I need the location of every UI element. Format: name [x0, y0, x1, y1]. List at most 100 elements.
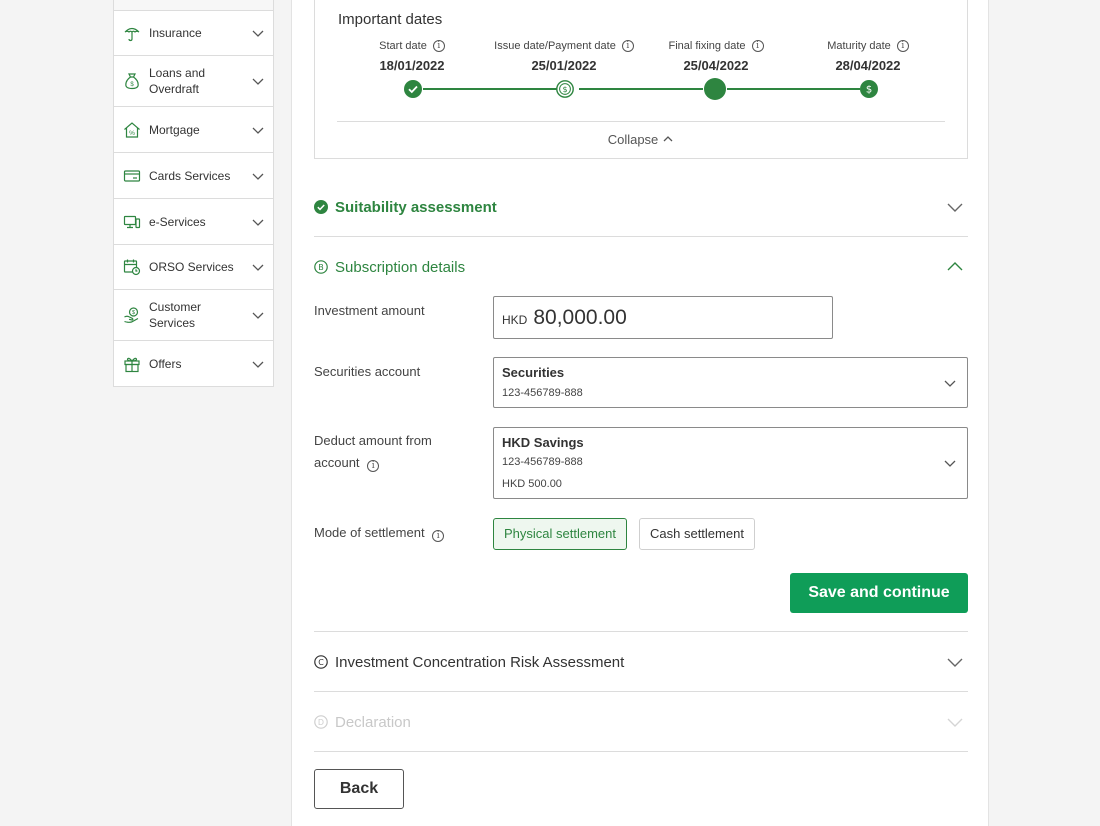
- milestone-date: 25/04/2022: [683, 58, 749, 73]
- account-number: 123-456789-888: [502, 456, 583, 468]
- important-dates-title: Important dates: [338, 11, 443, 28]
- physical-settlement-button[interactable]: Physical settlement: [493, 518, 627, 550]
- account-name: Securities: [502, 365, 565, 380]
- section-declaration: D Declaration: [314, 692, 968, 752]
- svg-text:D: D: [318, 718, 324, 727]
- sidebar-top-item[interactable]: [114, 0, 273, 11]
- amount-value: 80,000.00: [533, 305, 627, 329]
- sidebar-item-label: Offers: [149, 356, 182, 371]
- settlement-label: Mode of settlement i: [314, 522, 445, 544]
- collapse-button[interactable]: Collapse: [315, 132, 967, 147]
- main-panel: Important dates Start date i 18/01/2022 I…: [291, 0, 989, 826]
- section-concentration[interactable]: C Investment Concentration Risk Assessme…: [314, 632, 968, 692]
- section-title: Subscription details: [335, 258, 466, 276]
- gift-icon: [123, 355, 141, 373]
- chevron-down-icon: [251, 169, 265, 183]
- chevron-down-icon: [251, 215, 265, 229]
- step-c-icon: C: [314, 655, 328, 669]
- sidebar-item-offers[interactable]: Offers: [114, 341, 273, 386]
- securities-account-select[interactable]: Securities 123-456789-888: [493, 357, 968, 408]
- svg-text:C: C: [318, 658, 324, 667]
- svg-text:$: $: [132, 310, 135, 316]
- investment-amount-label: Investment amount: [314, 303, 425, 318]
- step-d-icon: D: [314, 715, 328, 729]
- account-name: HKD Savings: [502, 435, 584, 450]
- deduct-account-label: Deduct amount from account i: [314, 430, 432, 474]
- dollar-circle-outline-icon: $: [556, 80, 574, 98]
- sidebar-item-label: e-Services: [149, 214, 206, 229]
- sidebar-item-mortgage[interactable]: % Mortgage: [114, 107, 273, 153]
- milestone-date: 28/04/2022: [835, 58, 901, 73]
- timeline-segment: [579, 88, 703, 90]
- milestone-date: 25/01/2022: [531, 58, 597, 73]
- chevron-down-icon: [943, 456, 957, 470]
- sidebar-item-customer-services[interactable]: $ Customer Services: [114, 290, 273, 341]
- collapse-label: Collapse: [607, 132, 659, 147]
- info-icon[interactable]: i: [367, 460, 380, 472]
- calendar-clock-icon: [123, 258, 141, 276]
- milestone-date: 18/01/2022: [379, 58, 445, 73]
- deduct-label-line1: Deduct amount from: [314, 433, 432, 448]
- info-icon[interactable]: i: [432, 40, 445, 52]
- house-percent-icon: %: [123, 121, 141, 139]
- timeline-segment: [423, 88, 559, 90]
- sidebar-item-cards[interactable]: Cards Services: [114, 153, 273, 199]
- check-circle-icon: [314, 200, 328, 214]
- svg-text:%: %: [129, 130, 135, 137]
- sidebar-item-label: Cards Services: [149, 168, 231, 183]
- section-title: Declaration: [335, 713, 411, 731]
- svg-text:$: $: [562, 85, 567, 94]
- sidebar-item-orso[interactable]: ORSO Services: [114, 245, 273, 290]
- back-button[interactable]: Back: [314, 769, 404, 809]
- milestone-label: Issue date/Payment date: [494, 40, 616, 52]
- chevron-down-icon: [946, 199, 964, 215]
- chevron-down-icon: [251, 26, 265, 40]
- check-circle-icon: [404, 80, 422, 98]
- deduct-account-select[interactable]: HKD Savings 123-456789-888 HKD 500.00: [493, 427, 968, 499]
- divider: [314, 751, 968, 752]
- svg-text:$: $: [130, 82, 134, 88]
- deduct-label-line2: account: [314, 455, 360, 470]
- section-title: Investment Concentration Risk Assessment: [335, 653, 625, 671]
- sidebar-item-insurance[interactable]: Insurance: [114, 11, 273, 56]
- chevron-down-icon: [251, 260, 265, 274]
- account-number: 123-456789-888: [502, 387, 583, 399]
- sidebar-item-label: Insurance: [149, 26, 202, 40]
- svg-text:B: B: [318, 263, 324, 272]
- section-subscription[interactable]: B Subscription details: [314, 237, 968, 297]
- step-b-icon: B: [314, 260, 328, 274]
- chevron-up-icon: [946, 259, 964, 275]
- info-icon[interactable]: i: [751, 40, 764, 52]
- investment-amount-input[interactable]: HKD 80,000.00: [493, 296, 833, 339]
- chevron-down-icon: [251, 123, 265, 137]
- milestone-final-fixing: Final fixing date i 25/04/2022: [631, 38, 801, 73]
- timeline-segment: [727, 88, 860, 90]
- credit-card-icon: [123, 167, 141, 185]
- sidebar-item-loans[interactable]: $ Loans and Overdraft: [114, 56, 273, 107]
- chevron-up-icon: [663, 136, 673, 142]
- sidebar-item-eservices[interactable]: e-Services: [114, 199, 273, 245]
- sidebar-item-label: Customer Services: [149, 300, 202, 330]
- milestone-start: Start date i 18/01/2022: [327, 38, 497, 73]
- section-suitability[interactable]: Suitability assessment: [314, 177, 968, 237]
- umbrella-icon: [123, 24, 141, 42]
- chevron-down-icon: [251, 357, 265, 371]
- dollar-circle-icon: $: [860, 80, 878, 98]
- computer-icon: [123, 213, 141, 231]
- sidebar-item-label: Loans and Overdraft: [149, 66, 206, 96]
- milestone-issue: Issue date/Payment date i 25/01/2022: [479, 38, 649, 73]
- chevron-down-icon: [251, 308, 265, 322]
- milestone-label: Start date: [379, 40, 427, 52]
- milestone-label: Maturity date: [827, 40, 891, 52]
- milestone-maturity: Maturity date i 28/04/2022: [783, 38, 953, 73]
- chevron-down-icon: [946, 714, 964, 730]
- chevron-down-icon: [943, 376, 957, 390]
- chevron-down-icon: [251, 74, 265, 88]
- info-icon[interactable]: i: [432, 530, 445, 542]
- divider: [337, 121, 945, 122]
- save-continue-button[interactable]: Save and continue: [790, 573, 968, 613]
- info-icon[interactable]: i: [896, 40, 909, 52]
- svg-text:$: $: [866, 85, 872, 96]
- section-title: Suitability assessment: [335, 198, 497, 216]
- cash-settlement-button[interactable]: Cash settlement: [639, 518, 755, 550]
